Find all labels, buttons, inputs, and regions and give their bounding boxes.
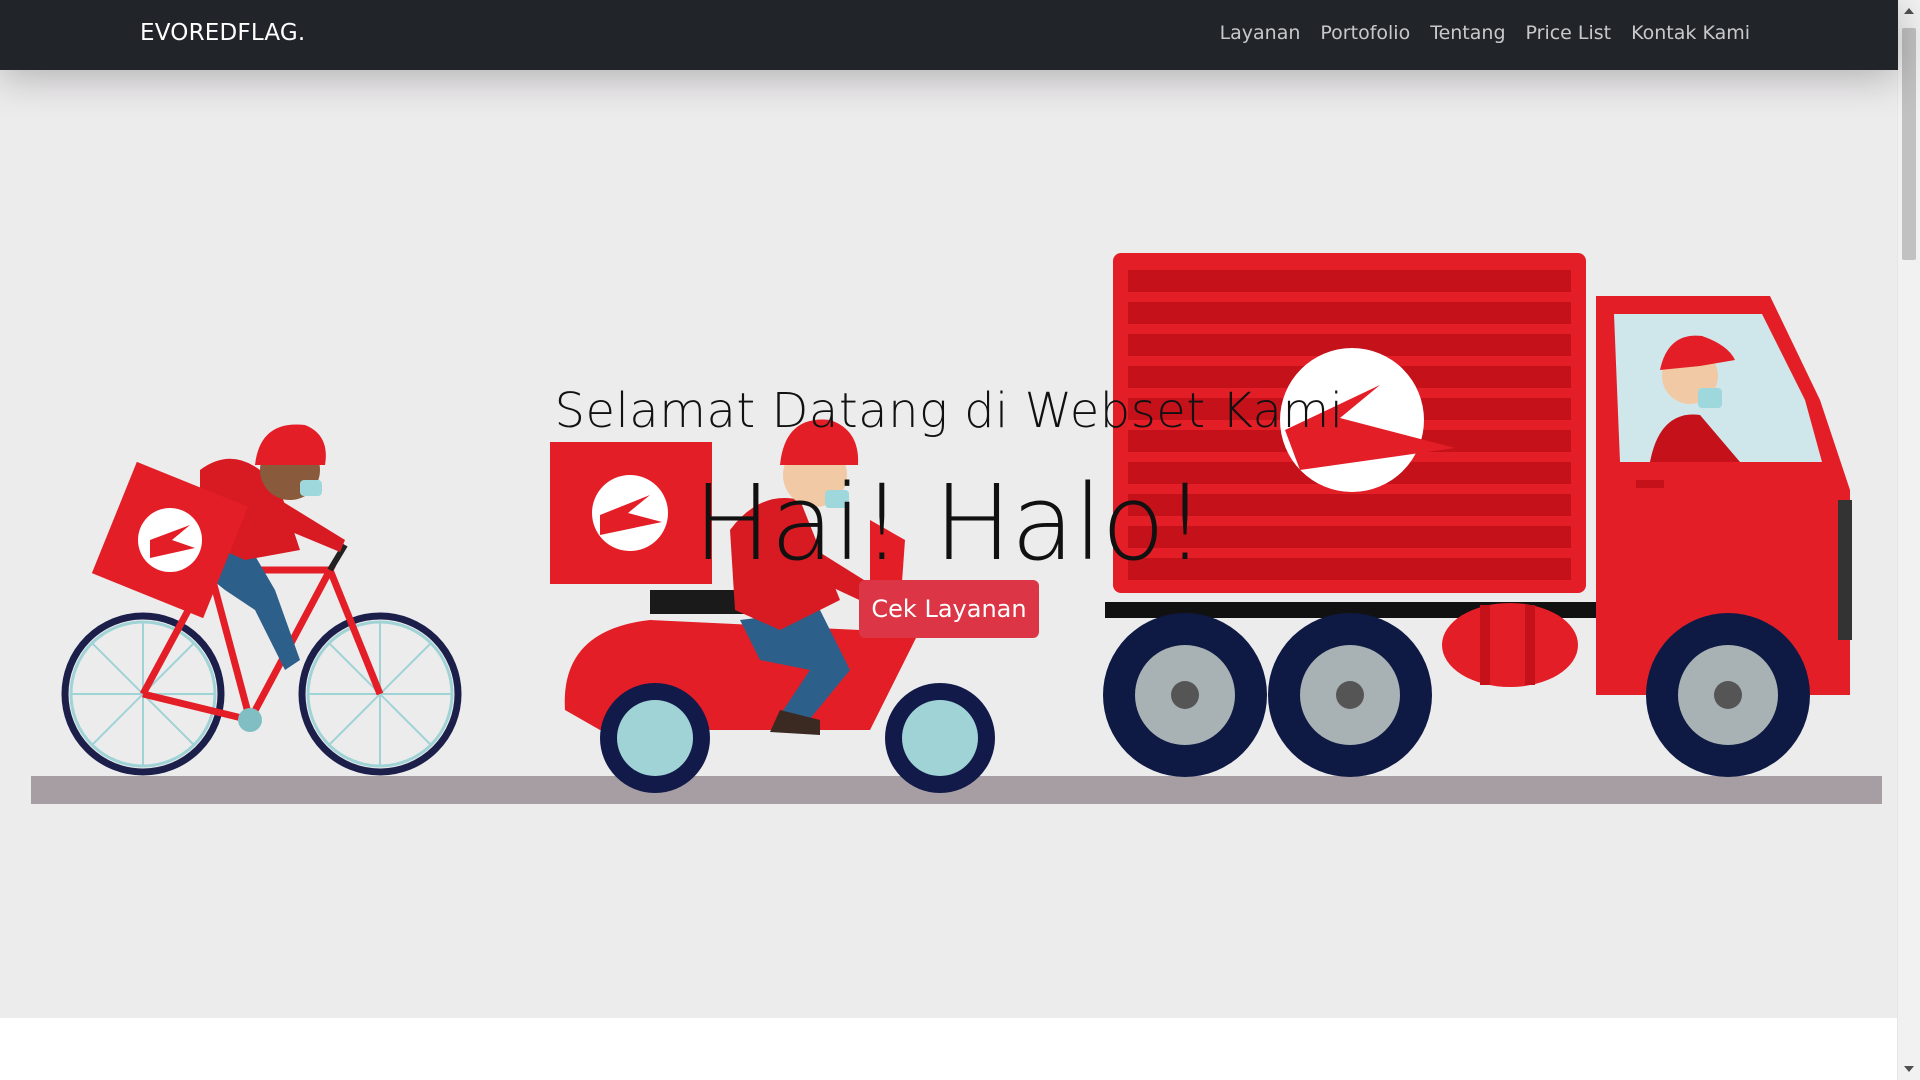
nav-links: Layanan Portofolio Tentang Price List Ko… [1220, 22, 1750, 44]
nav-link-tentang[interactable]: Tentang [1430, 22, 1505, 44]
page-scrollbar[interactable] [1897, 0, 1920, 1080]
hero-section: Selamat Datang di Webset Kami Hai! Halo!… [0, 70, 1898, 1018]
scroll-up-arrow-icon[interactable] [1904, 8, 1914, 14]
hero-subtitle: Selamat Datang di Webset Kami [554, 383, 1344, 439]
brand-logo[interactable]: EVOREDFLAG. [140, 20, 305, 46]
nav-link-price-list[interactable]: Price List [1526, 22, 1612, 44]
cek-layanan-button[interactable]: Cek Layanan [859, 580, 1039, 638]
scroll-down-arrow-icon[interactable] [1904, 1066, 1914, 1072]
hero-title: Hai! Halo! [693, 462, 1206, 584]
scroll-thumb[interactable] [1902, 28, 1916, 260]
navbar: EVOREDFLAG. Layanan Portofolio Tentang P… [0, 0, 1898, 70]
nav-link-kontak-kami[interactable]: Kontak Kami [1631, 22, 1750, 44]
nav-link-portofolio[interactable]: Portofolio [1320, 22, 1410, 44]
nav-link-layanan[interactable]: Layanan [1220, 22, 1301, 44]
